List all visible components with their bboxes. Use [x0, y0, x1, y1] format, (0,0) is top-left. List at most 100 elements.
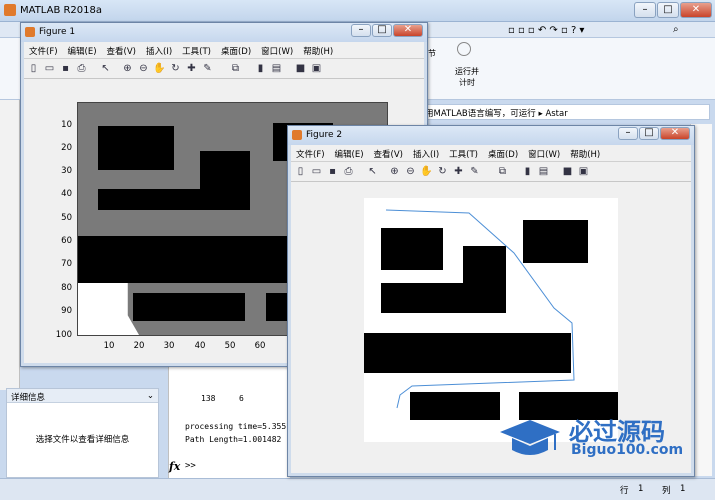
menu-edit[interactable]: 编辑(E)	[63, 42, 102, 60]
status-col-label: 列	[662, 486, 671, 496]
address-bar[interactable]: 用MATLAB语言编写，可运行 ▸ Astar	[420, 104, 710, 120]
legend-icon[interactable]: ▤	[270, 62, 283, 75]
search-icon[interactable]: ⌕	[673, 24, 679, 35]
menu-help[interactable]: 帮助(H)	[298, 42, 338, 60]
zoom-out-icon[interactable]: ⊖	[404, 165, 417, 178]
save-icon[interactable]: ▪	[326, 165, 339, 178]
link-icon[interactable]: ⧉	[496, 165, 509, 178]
menu-tools[interactable]: 工具(T)	[177, 42, 216, 60]
status-bar: 行 1 列 1	[0, 478, 715, 500]
pan-icon[interactable]: ✋	[420, 165, 433, 178]
ytick: 50	[61, 213, 72, 223]
menu-file[interactable]: 文件(F)	[24, 42, 63, 60]
graduation-cap-icon	[500, 420, 560, 455]
figure2-maximize-button[interactable]: □	[639, 127, 659, 140]
menu-tools[interactable]: 工具(T)	[444, 145, 483, 163]
watermark: 必过源码 Biguo100.com	[495, 410, 710, 470]
figure1-close-button[interactable]: ✕	[393, 24, 423, 37]
colorbar-icon[interactable]: ▮	[254, 62, 267, 75]
figure1-titlebar[interactable]: Figure 1 – □ ✕	[21, 23, 427, 42]
zoom-in-icon[interactable]: ⊕	[121, 62, 134, 75]
ribbon-icons[interactable]: ▫ ▫ ▫ ↶ ↷ ▫ ? ▾	[508, 25, 584, 36]
menu-help[interactable]: 帮助(H)	[565, 145, 605, 163]
pointer-icon[interactable]: ↖	[99, 62, 112, 75]
figure2-titlebar[interactable]: Figure 2 – □ ✕	[288, 126, 694, 145]
minimize-button[interactable]: –	[634, 2, 656, 18]
app-titlebar: MATLAB R2018a – □ ✕	[0, 0, 715, 22]
app-title: MATLAB R2018a	[20, 5, 103, 16]
ytick: 90	[61, 306, 72, 316]
menu-insert[interactable]: 插入(I)	[408, 145, 444, 163]
menu-insert[interactable]: 插入(I)	[141, 42, 177, 60]
detail-panel-header[interactable]: 详细信息 ⌄	[7, 389, 158, 403]
zoom-in-icon[interactable]: ⊕	[388, 165, 401, 178]
ribbon-run-time[interactable]: 运行并 计时	[455, 66, 479, 88]
dock-icon[interactable]: ▣	[577, 165, 590, 178]
brush-icon[interactable]: ✎	[201, 62, 214, 75]
rotate-icon[interactable]: ↻	[169, 62, 182, 75]
legend-icon[interactable]: ▤	[537, 165, 550, 178]
address-path: 用MATLAB语言编写，可运行	[425, 109, 536, 119]
obstacle	[200, 151, 250, 210]
figure2-minimize-button[interactable]: –	[618, 127, 638, 140]
menu-view[interactable]: 查看(V)	[369, 145, 408, 163]
hide-tools-icon[interactable]: ■	[294, 62, 307, 75]
matlab-logo-icon	[4, 4, 16, 16]
chevron-down-icon[interactable]: ⌄	[147, 391, 154, 401]
obstacle	[98, 126, 174, 170]
open-icon[interactable]: ▭	[310, 165, 323, 178]
maximize-button[interactable]: □	[657, 2, 679, 18]
new-icon[interactable]: ▯	[27, 62, 40, 75]
menu-window[interactable]: 窗口(W)	[256, 42, 298, 60]
colorbar-icon[interactable]: ▮	[521, 165, 534, 178]
menu-window[interactable]: 窗口(W)	[523, 145, 565, 163]
open-icon[interactable]: ▭	[43, 62, 56, 75]
zoom-out-icon[interactable]: ⊖	[137, 62, 150, 75]
datatip-icon[interactable]: ✚	[452, 165, 465, 178]
figure1-maximize-button[interactable]: □	[372, 24, 392, 37]
hide-tools-icon[interactable]: ■	[561, 165, 574, 178]
figure2-toolbar: ▯ ▭ ▪ ⎙ ↖ ⊕ ⊖ ✋ ↻ ✚ ✎ ⧉ ▮ ▤ ■ ▣	[291, 162, 691, 182]
xtick: 50	[224, 341, 236, 351]
command-output-length: Path Length=1.001482	[185, 435, 282, 444]
ytick: 100	[55, 330, 72, 340]
pan-icon[interactable]: ✋	[153, 62, 166, 75]
rotate-icon[interactable]: ↻	[436, 165, 449, 178]
save-icon[interactable]: ▪	[59, 62, 72, 75]
ytick: 80	[61, 283, 72, 293]
xtick: 60	[254, 341, 266, 351]
address-crumb[interactable]: Astar	[545, 109, 567, 119]
ytick: 40	[61, 189, 72, 199]
figure1-minimize-button[interactable]: –	[351, 24, 371, 37]
figure2-close-button[interactable]: ✕	[660, 127, 690, 140]
xtick: 20	[133, 341, 145, 351]
xtick: 10	[103, 341, 115, 351]
watermark-en: Biguo100.com	[571, 442, 684, 458]
figure-logo-icon	[25, 27, 35, 37]
datatip-icon[interactable]: ✚	[185, 62, 198, 75]
detail-panel-title: 详细信息	[11, 393, 46, 403]
close-button[interactable]: ✕	[680, 2, 712, 18]
print-icon[interactable]: ⎙	[75, 62, 88, 75]
command-row-val-2: 6	[239, 394, 244, 403]
print-icon[interactable]: ⎙	[342, 165, 355, 178]
pointer-icon[interactable]: ↖	[366, 165, 379, 178]
ytick: 20	[61, 143, 72, 153]
dock-icon[interactable]: ▣	[310, 62, 323, 75]
menu-desktop[interactable]: 桌面(D)	[216, 42, 256, 60]
ytick: 10	[61, 120, 72, 130]
command-window[interactable]: 138 6 processing time=5.355 Path Length=…	[168, 360, 290, 478]
figure2-title: Figure 2	[306, 130, 343, 140]
figure-logo-icon	[292, 130, 302, 140]
status-row-value: 1	[638, 484, 644, 494]
menu-view[interactable]: 查看(V)	[102, 42, 141, 60]
menu-edit[interactable]: 编辑(E)	[330, 145, 369, 163]
new-icon[interactable]: ▯	[294, 165, 307, 178]
link-icon[interactable]: ⧉	[229, 62, 242, 75]
menu-desktop[interactable]: 桌面(D)	[483, 145, 523, 163]
command-prompt[interactable]: >>	[185, 461, 196, 471]
menu-file[interactable]: 文件(F)	[291, 145, 330, 163]
figure2-axes	[364, 198, 618, 442]
brush-icon[interactable]: ✎	[468, 165, 481, 178]
detail-panel: 详细信息 ⌄ 选择文件以查看详细信息	[6, 388, 159, 478]
